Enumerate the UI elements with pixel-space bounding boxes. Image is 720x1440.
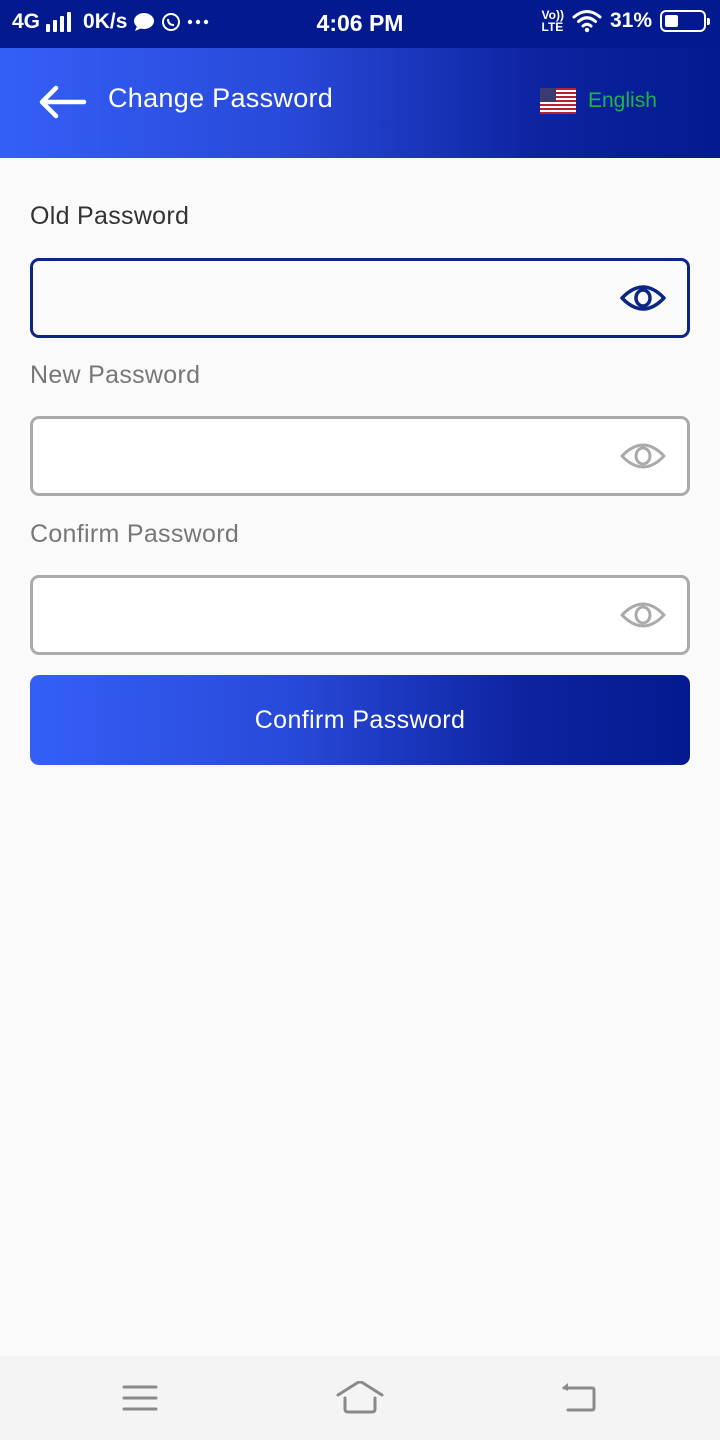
eye-icon	[620, 443, 666, 469]
volte-icon: Vo)) LTE	[542, 9, 564, 33]
new-password-label: New Password	[30, 361, 201, 389]
battery-icon	[660, 10, 710, 32]
back-nav-button[interactable]	[548, 1376, 608, 1420]
home-button[interactable]	[330, 1376, 390, 1420]
toggle-confirm-password-visibility[interactable]	[617, 595, 669, 635]
arrow-left-icon	[39, 85, 87, 119]
new-password-input[interactable]	[33, 419, 617, 493]
recent-apps-button[interactable]	[110, 1376, 170, 1420]
old-password-input[interactable]	[33, 261, 617, 335]
system-nav-bar	[0, 1356, 720, 1440]
status-bar: 4G 0K/s 4:06 PM Vo)) LTE 31%	[0, 0, 720, 48]
confirm-password-field	[30, 575, 690, 655]
volte-bottom: LTE	[541, 20, 564, 34]
confirm-password-input[interactable]	[33, 578, 617, 652]
app-header: Change Password English	[0, 48, 720, 158]
battery-percent: 31%	[609, 9, 652, 32]
toggle-new-password-visibility[interactable]	[617, 436, 669, 476]
home-icon	[336, 1381, 384, 1414]
page-title: Change Password	[108, 83, 334, 113]
back-button[interactable]	[36, 82, 88, 122]
wifi-icon	[572, 10, 602, 33]
eye-icon	[620, 602, 666, 628]
confirm-password-label: Confirm Password	[30, 520, 240, 548]
old-password-label: Old Password	[30, 202, 190, 230]
eye-icon	[620, 285, 666, 311]
confirm-password-button[interactable]: Confirm Password	[30, 675, 690, 765]
back-icon	[562, 1383, 596, 1412]
language-selector[interactable]: English	[540, 88, 657, 114]
language-label: English	[588, 89, 657, 112]
new-password-field	[30, 416, 690, 496]
menu-icon	[122, 1385, 158, 1411]
battery-fill	[665, 15, 679, 27]
toggle-old-password-visibility[interactable]	[617, 278, 669, 318]
us-flag-icon	[540, 88, 576, 114]
old-password-field	[30, 258, 690, 338]
